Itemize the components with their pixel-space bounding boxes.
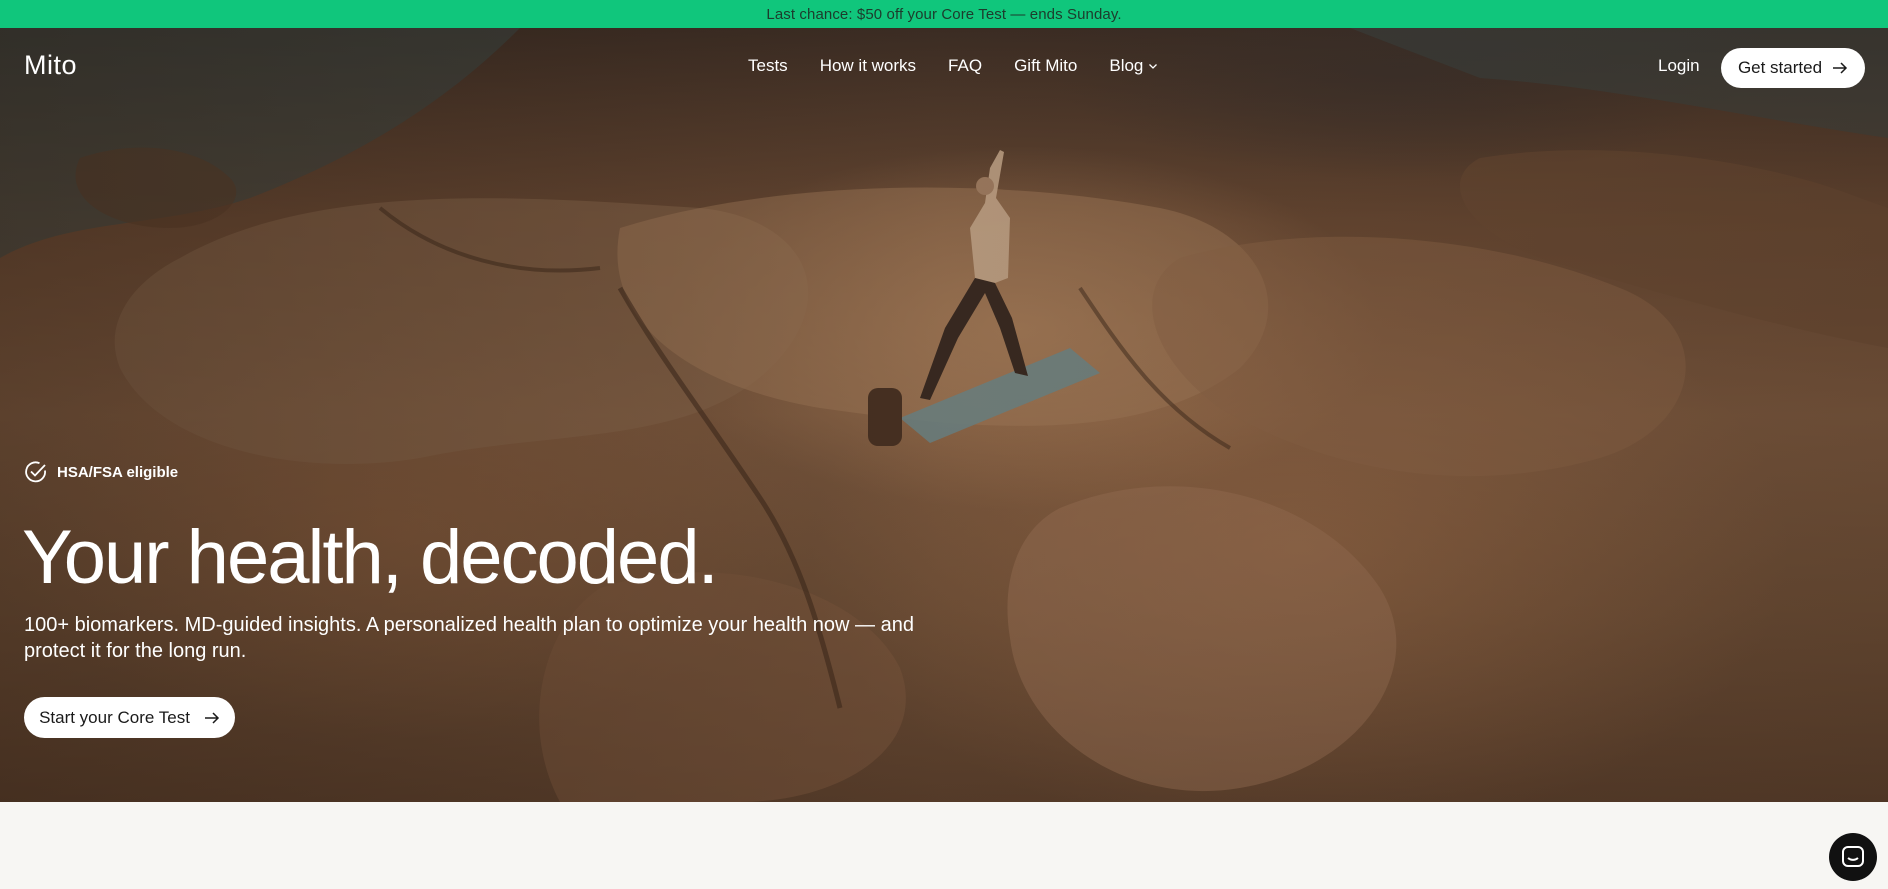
nav-link-faq[interactable]: FAQ	[948, 56, 982, 76]
logo[interactable]: Mito	[24, 50, 77, 81]
arrow-right-icon	[1833, 62, 1848, 74]
get-started-label: Get started	[1737, 58, 1823, 77]
arrow-right-icon	[204, 711, 219, 724]
top-navigation: Mito Tests How it works FAQ Gift Mito Bl…	[0, 28, 1888, 108]
promo-text: Last chance: $50 off your Core Test — en…	[766, 5, 1122, 23]
chat-launcher-button[interactable]	[1829, 833, 1877, 881]
promo-banner[interactable]: Last chance: $50 off your Core Test — en…	[0, 0, 1888, 28]
hsa-fsa-badge: HSA/FSA eligible	[24, 460, 178, 484]
start-core-test-button[interactable]: Start your Core Test	[24, 697, 235, 738]
nav-link-blog[interactable]: Blog	[1109, 56, 1158, 76]
nav-link-blog-label: Blog	[1109, 56, 1144, 75]
badge-label: HSA/FSA eligible	[57, 463, 179, 481]
start-core-test-label: Start your Core Test	[39, 707, 190, 727]
nav-link-gift-mito[interactable]: Gift Mito	[1014, 56, 1077, 76]
nav-link-how-it-works[interactable]: How it works	[820, 56, 916, 76]
chevron-down-icon	[1149, 64, 1158, 69]
hero-headline: Your health, decoded.	[22, 515, 719, 600]
hero-overlay	[0, 28, 1888, 802]
check-circle-icon	[25, 461, 46, 483]
login-link[interactable]: Login	[1658, 56, 1700, 76]
get-started-button[interactable]: Get started	[1721, 48, 1865, 88]
hero-subheadline: 100+ biomarkers. MD-guided insights. A p…	[24, 614, 914, 662]
chat-icon	[1842, 846, 1864, 867]
hero-section	[0, 28, 1888, 802]
nav-links: Tests How it works FAQ Gift Mito Blog	[748, 56, 1158, 76]
nav-link-tests[interactable]: Tests	[748, 56, 788, 76]
